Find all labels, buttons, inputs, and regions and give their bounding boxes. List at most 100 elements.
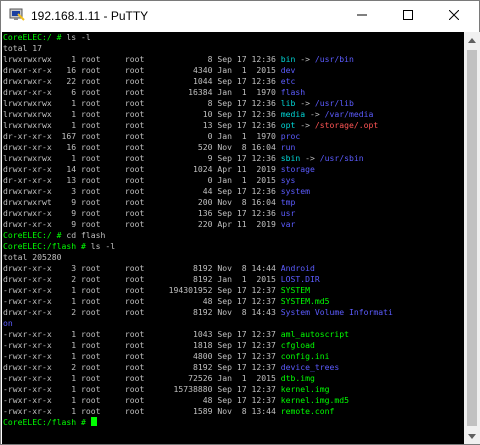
terminal-text: System Volume Informati <box>280 307 393 317</box>
vertical-scrollbar[interactable] <box>464 32 480 444</box>
terminal-line: total 17 <box>2 43 464 54</box>
terminal-text: usr <box>280 208 296 218</box>
terminal-line: drwxr-xr-x 2 root root 8192 Sep 17 12:37… <box>2 362 464 373</box>
terminal-text: drwxr-xr-x 2 root root 8192 Jan 1 2015 <box>3 274 281 284</box>
terminal-line: dr-xr-xr-x 13 root root 0 Jan 1 2015 sys <box>2 175 464 186</box>
terminal-text: -rwxr-xr-x 1 root root 15738880 Sep 17 1… <box>3 384 281 394</box>
maximize-button[interactable] <box>385 1 431 31</box>
terminal-line: CoreELEC:/ # cd flash <box>2 230 464 241</box>
scroll-up-arrow[interactable] <box>464 32 480 48</box>
terminal-text: CoreELEC:/ # <box>3 32 67 42</box>
terminal-text: drwxr-xr-x 16 root root 520 Nov 8 16:04 <box>3 142 281 152</box>
terminal-output[interactable]: CoreELEC:/ # ls -l total 17 lrwxrwxrwx 1 r… <box>2 32 464 444</box>
minimize-button[interactable] <box>339 1 385 31</box>
terminal-text: /storage/.opt <box>314 120 379 130</box>
terminal-text: kernel.img <box>280 384 330 394</box>
terminal-line: drwxr-xr-x 14 root root 1024 Apr 11 2019… <box>2 164 464 175</box>
terminal-line: -rwxr-xr-x 1 root root 194301952 Sep 17 … <box>2 285 464 296</box>
scrollbar-thumb[interactable] <box>467 50 477 426</box>
terminal-text: -> <box>295 120 315 130</box>
terminal-text: drwxr-xr-x 16 root root 4340 Jan 1 2015 <box>3 65 281 75</box>
terminal-text: drwxr-xr-x 3 root root 8192 Nov 8 14:44 <box>3 263 281 273</box>
terminal-text: /usr/lib <box>314 98 354 108</box>
terminal-text: -> <box>295 98 315 108</box>
maximize-icon <box>403 7 413 25</box>
terminal-text: -rwxr-xr-x 1 root root 1589 Nov 8 13:44 <box>3 406 281 416</box>
terminal-line: lrwxrwxrwx 1 root root 8 Sep 17 12:36 bi… <box>2 54 464 65</box>
terminal-line: dr-xr-xr-x 167 root root 0 Jan 1 1970 pr… <box>2 131 464 142</box>
terminal-text: bin <box>280 54 296 64</box>
terminal-text: config.ini <box>280 351 330 361</box>
terminal-text: dr-xr-xr-x 167 root root 0 Jan 1 1970 <box>3 131 281 141</box>
terminal-text: -rwxr-xr-x 1 root root 72526 Jan 1 2015 <box>3 373 281 383</box>
terminal-text: flash <box>280 87 306 97</box>
terminal-text: -rwxr-xr-x 1 root root 1818 Sep 17 12:37 <box>3 340 281 350</box>
terminal-text: tmp <box>280 197 296 207</box>
scroll-down-arrow[interactable] <box>464 428 480 444</box>
terminal-line: drwxrwxr-x 9 root root 136 Sep 17 12:36 … <box>2 208 464 219</box>
terminal-line: -rwxr-xr-x 1 root root 72526 Jan 1 2015 … <box>2 373 464 384</box>
terminal-line: -rwxr-xr-x 1 root root 15738880 Sep 17 1… <box>2 384 464 395</box>
terminal-line: lrwxrwxrwx 1 root root 8 Sep 17 12:36 li… <box>2 98 464 109</box>
terminal-line: drwxr-xr-x 9 root root 220 Apr 11 2019 v… <box>2 219 464 230</box>
terminal-text: -> <box>305 109 325 119</box>
terminal-text: -rwxr-xr-x 1 root root 4800 Sep 17 12:37 <box>3 351 281 361</box>
terminal-text: opt <box>280 120 296 130</box>
terminal-text: dtb.img <box>280 373 315 383</box>
terminal-line: -rwxr-xr-x 1 root root 1043 Sep 17 12:37… <box>2 329 464 340</box>
terminal-line: lrwxrwxrwx 1 root root 13 Sep 17 12:36 o… <box>2 120 464 131</box>
terminal-line: CoreELEC:/flash # <box>2 417 464 428</box>
terminal-text: var <box>280 219 296 229</box>
terminal-text: -> <box>300 153 320 163</box>
terminal-line: drwxrwxr-x 22 root root 1044 Sep 17 12:3… <box>2 76 464 87</box>
terminal-line: -rwxr-xr-x 1 root root 48 Sep 17 12:37 k… <box>2 395 464 406</box>
terminal-text: drwxr-xr-x 14 root root 1024 Apr 11 2019 <box>3 164 281 174</box>
terminal-text: CoreELEC:/flash # <box>3 417 91 427</box>
terminal-line: drwxrwxrwt 9 root root 200 Nov 8 16:04 t… <box>2 197 464 208</box>
terminal-text: drwxrwxr-x 22 root root 1044 Sep 17 12:3… <box>3 76 281 86</box>
terminal-line: CoreELEC:/ # ls -l <box>2 32 464 43</box>
terminal-text: cd flash <box>66 230 106 240</box>
putty-window: 192.168.1.11 - PuTTY CoreELEC:/ # ls -l t… <box>0 0 480 445</box>
terminal-text: ls -l <box>66 32 91 42</box>
putty-icon[interactable] <box>9 8 25 22</box>
terminal-line: on <box>2 318 464 329</box>
terminal-text: etc <box>280 76 296 86</box>
terminal-text: drwxr-xr-x 2 root root 8192 Sep 17 12:37 <box>3 362 281 372</box>
terminal-text: storage <box>280 164 315 174</box>
terminal-text: /usr/bin <box>314 54 354 64</box>
terminal-text: drwxrwxrwt 9 root root 200 Nov 8 16:04 <box>3 197 281 207</box>
terminal-text: cfgload <box>280 340 315 350</box>
terminal-text: -> <box>295 54 315 64</box>
terminal-line: drwxr-xr-x 16 root root 520 Nov 8 16:04 … <box>2 142 464 153</box>
terminal-text: system <box>280 186 311 196</box>
terminal-cursor <box>90 417 97 426</box>
terminal-text: lrwxrwxrwx 1 root root 8 Sep 17 12:36 <box>3 98 281 108</box>
terminal-text: dev <box>280 65 296 75</box>
terminal-line: total 205280 <box>2 252 464 263</box>
terminal-text: on <box>3 318 13 328</box>
terminal-text: CoreELEC:/ # <box>3 230 67 240</box>
terminal-text: drwxr-xr-x 2 root root 8192 Nov 8 14:43 <box>3 307 281 317</box>
terminal-text: drwxrwxr-x 3 root root 44 Sep 17 12:36 <box>3 186 281 196</box>
terminal-text: total 17 <box>3 43 42 53</box>
terminal-text: -rwxr-xr-x 1 root root 48 Sep 17 12:37 <box>3 395 281 405</box>
terminal-text: lrwxrwxrwx 1 root root 8 Sep 17 12:36 <box>3 54 281 64</box>
close-icon <box>448 7 460 25</box>
terminal-text: CoreELEC:/flash # <box>3 241 91 251</box>
terminal-text: -rwxr-xr-x 1 root root 48 Sep 17 12:37 <box>3 296 281 306</box>
terminal-text: /usr/sbin <box>319 153 364 163</box>
title-bar[interactable]: 192.168.1.11 - PuTTY <box>1 1 479 31</box>
terminal-line: drwxr-xr-x 3 root root 8192 Nov 8 14:44 … <box>2 263 464 274</box>
close-button[interactable] <box>431 1 477 31</box>
terminal-text: LOST.DIR <box>280 274 320 284</box>
terminal-text: total 205280 <box>3 252 62 262</box>
terminal-text: lrwxrwxrwx 1 root root 13 Sep 17 12:36 <box>3 120 281 130</box>
terminal-text: drwxrwxr-x 9 root root 136 Sep 17 12:36 <box>3 208 281 218</box>
terminal-text: Android <box>280 263 315 273</box>
terminal-text: sys <box>280 175 296 185</box>
terminal-text: device_trees <box>280 362 340 372</box>
minimize-icon <box>357 7 367 25</box>
terminal-line: -rwxr-xr-x 1 root root 4800 Sep 17 12:37… <box>2 351 464 362</box>
terminal-text: media <box>280 109 306 119</box>
